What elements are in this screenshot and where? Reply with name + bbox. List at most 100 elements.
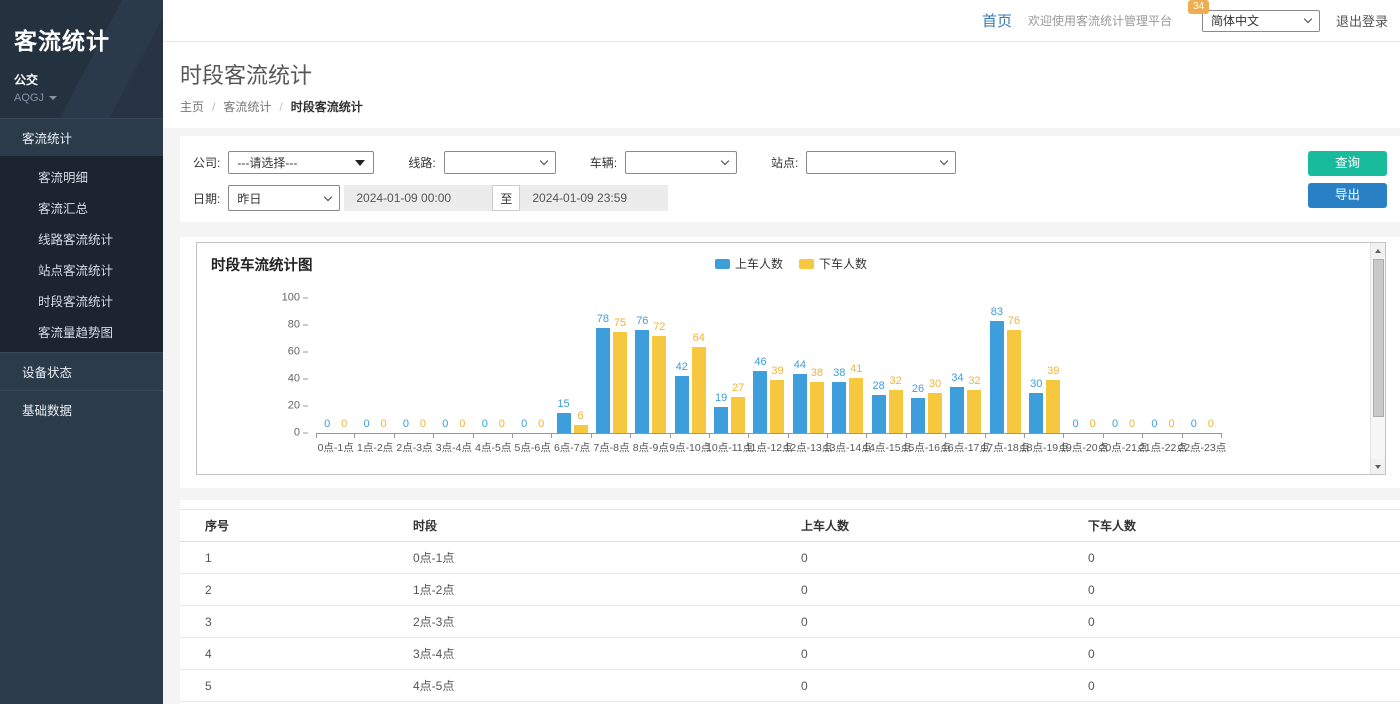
bar-group: 30 39	[1025, 299, 1064, 433]
language-select[interactable]: 简体中文	[1202, 10, 1320, 32]
sidebar-item-passenger-stats[interactable]: 客流统计	[0, 118, 163, 156]
org-code-label: AQGJ	[14, 92, 44, 104]
scrollbar-up-button[interactable]	[1371, 243, 1385, 258]
bar-column: 0	[1125, 299, 1139, 433]
sidebar-submenu: 客流明细客流汇总线路客流统计站点客流统计时段客流统计客流量趋势图	[0, 156, 163, 352]
bar-column: 64	[692, 299, 706, 433]
company-label: 公司:	[193, 154, 220, 171]
company-select[interactable]: ---请选择---	[228, 151, 374, 174]
x-axis-label: 16点-17点	[946, 440, 985, 455]
bar	[1007, 330, 1021, 433]
bar-column: 30	[1029, 299, 1043, 433]
station-select[interactable]	[806, 151, 956, 174]
table-cell: 0	[793, 542, 1080, 574]
export-button[interactable]: 导出	[1308, 183, 1387, 208]
scrollbar-down-button[interactable]	[1371, 459, 1385, 474]
y-axis-tick-label: 20	[268, 401, 308, 412]
x-axis-label: 22点-23点	[1183, 440, 1222, 455]
bar-column: 0	[1147, 299, 1161, 433]
home-link[interactable]: 首页	[982, 10, 1012, 31]
bar-group: 2832	[867, 299, 906, 433]
y-axis-tick-label: 60	[268, 347, 308, 358]
table-cell: 0	[793, 606, 1080, 638]
sidebar-subitem[interactable]: 站点客流统计	[0, 254, 163, 285]
bar	[928, 393, 942, 434]
date-preset-select[interactable]: 昨日	[228, 185, 340, 211]
date-label: 日期:	[193, 190, 220, 207]
sidebar-item-base-data[interactable]: 基础数据	[0, 390, 163, 428]
y-axis-tick-label: 0	[268, 428, 308, 439]
triangle-up-icon	[1375, 249, 1381, 253]
breadcrumb-home[interactable]: 主页	[180, 98, 204, 115]
title-band: 时段客流统计 主页 / 客流统计 / 时段客流统计	[163, 42, 1400, 128]
bar-value-label: 38	[811, 368, 823, 379]
bar-value-label: 0	[1073, 419, 1079, 430]
breadcrumb-section[interactable]: 客流统计	[223, 98, 271, 115]
table-row: 54点-5点00	[180, 670, 1400, 702]
bar	[753, 371, 767, 433]
bar-value-label: 41	[850, 364, 862, 375]
bar	[849, 378, 863, 433]
bar-value-label: 46	[754, 357, 766, 368]
query-button[interactable]: 查询	[1308, 151, 1387, 176]
bar-group: 1927	[710, 299, 749, 433]
table-cell: 5	[180, 670, 405, 702]
scrollbar-thumb[interactable]	[1373, 259, 1384, 417]
sidebar-item-device-status[interactable]: 设备状态	[0, 352, 163, 390]
x-axis-label: 18点-19点	[1025, 440, 1064, 455]
bar-value-label: 0	[403, 419, 409, 430]
logout-link[interactable]: 退出登录	[1336, 11, 1388, 30]
language-selected-value: 简体中文	[1211, 12, 1259, 29]
chart-legend: 上车人数下车人数	[715, 255, 867, 272]
station-label: 站点:	[771, 154, 798, 171]
bar	[613, 332, 627, 433]
chart-box: 时段车流统计图 上车人数下车人数 00000000000015678757672…	[196, 242, 1386, 475]
bar-column: 0	[416, 299, 430, 433]
bar-value-label: 0	[442, 419, 448, 430]
line-select[interactable]	[444, 151, 556, 174]
sidebar-header: 客流统计 公交 AQGJ	[0, 0, 163, 118]
bar-group: 00	[1183, 299, 1222, 433]
page-title: 时段客流统计	[180, 58, 1400, 90]
legend-item[interactable]: 下车人数	[799, 255, 867, 272]
bar	[770, 380, 784, 433]
sidebar-subitem[interactable]: 客流明细	[0, 161, 163, 192]
bar-value-label: 0	[1168, 419, 1174, 430]
x-axis-label: 17点-18点	[986, 440, 1025, 455]
bar-value-label: 42	[676, 362, 688, 373]
bar-column: 38	[810, 299, 824, 433]
date-start-input[interactable]: 2024-01-09 00:00	[344, 185, 492, 211]
table-cell: 0点-1点	[405, 542, 793, 574]
bar-column: 0	[1164, 299, 1178, 433]
sidebar-subitem-current[interactable]: 时段客流统计	[0, 285, 163, 316]
sidebar-subitem[interactable]: 线路客流统计	[0, 223, 163, 254]
table-row: 10点-1点00	[180, 542, 1400, 574]
x-axis-label: 5点-6点	[513, 440, 552, 455]
sidebar: 客流统计 公交 AQGJ 客流统计 客流明细客流汇总线路客流统计站点客流统计时段…	[0, 0, 163, 704]
breadcrumb-separator: /	[212, 100, 215, 114]
bar-value-label: 0	[538, 419, 544, 430]
bar-value-label: 76	[636, 316, 648, 327]
filter-row-1: 公司: ---请选择--- 线路: 车辆:	[193, 151, 1290, 174]
bar-column: 0	[1069, 299, 1083, 433]
vehicle-select[interactable]	[625, 151, 737, 174]
date-end-input[interactable]: 2024-01-09 23:59	[520, 185, 668, 211]
bar-column: 39	[770, 299, 784, 433]
legend-item[interactable]: 上车人数	[715, 255, 783, 272]
topbar: 首页 欢迎使用客流统计管理平台 34 简体中文 退出登录	[163, 0, 1400, 42]
bar-column: 34	[950, 299, 964, 433]
sidebar-subitem[interactable]: 客流汇总	[0, 192, 163, 223]
chevron-down-icon	[940, 157, 948, 165]
bar-group: 00	[395, 299, 434, 433]
bar-column: 39	[1046, 299, 1060, 433]
date-to-label: 至	[492, 185, 520, 211]
chart-scrollbar[interactable]	[1370, 243, 1385, 474]
bar-value-label: 64	[693, 333, 705, 344]
bar-value-label: 0	[341, 419, 347, 430]
org-code-dropdown[interactable]: AQGJ	[14, 92, 149, 104]
col-header-alighting: 下车人数	[1080, 510, 1400, 542]
bar-value-label: 39	[1047, 366, 1059, 377]
sidebar-subitem[interactable]: 客流量趋势图	[0, 316, 163, 347]
bar-column: 6	[574, 299, 588, 433]
bar-value-label: 38	[833, 368, 845, 379]
